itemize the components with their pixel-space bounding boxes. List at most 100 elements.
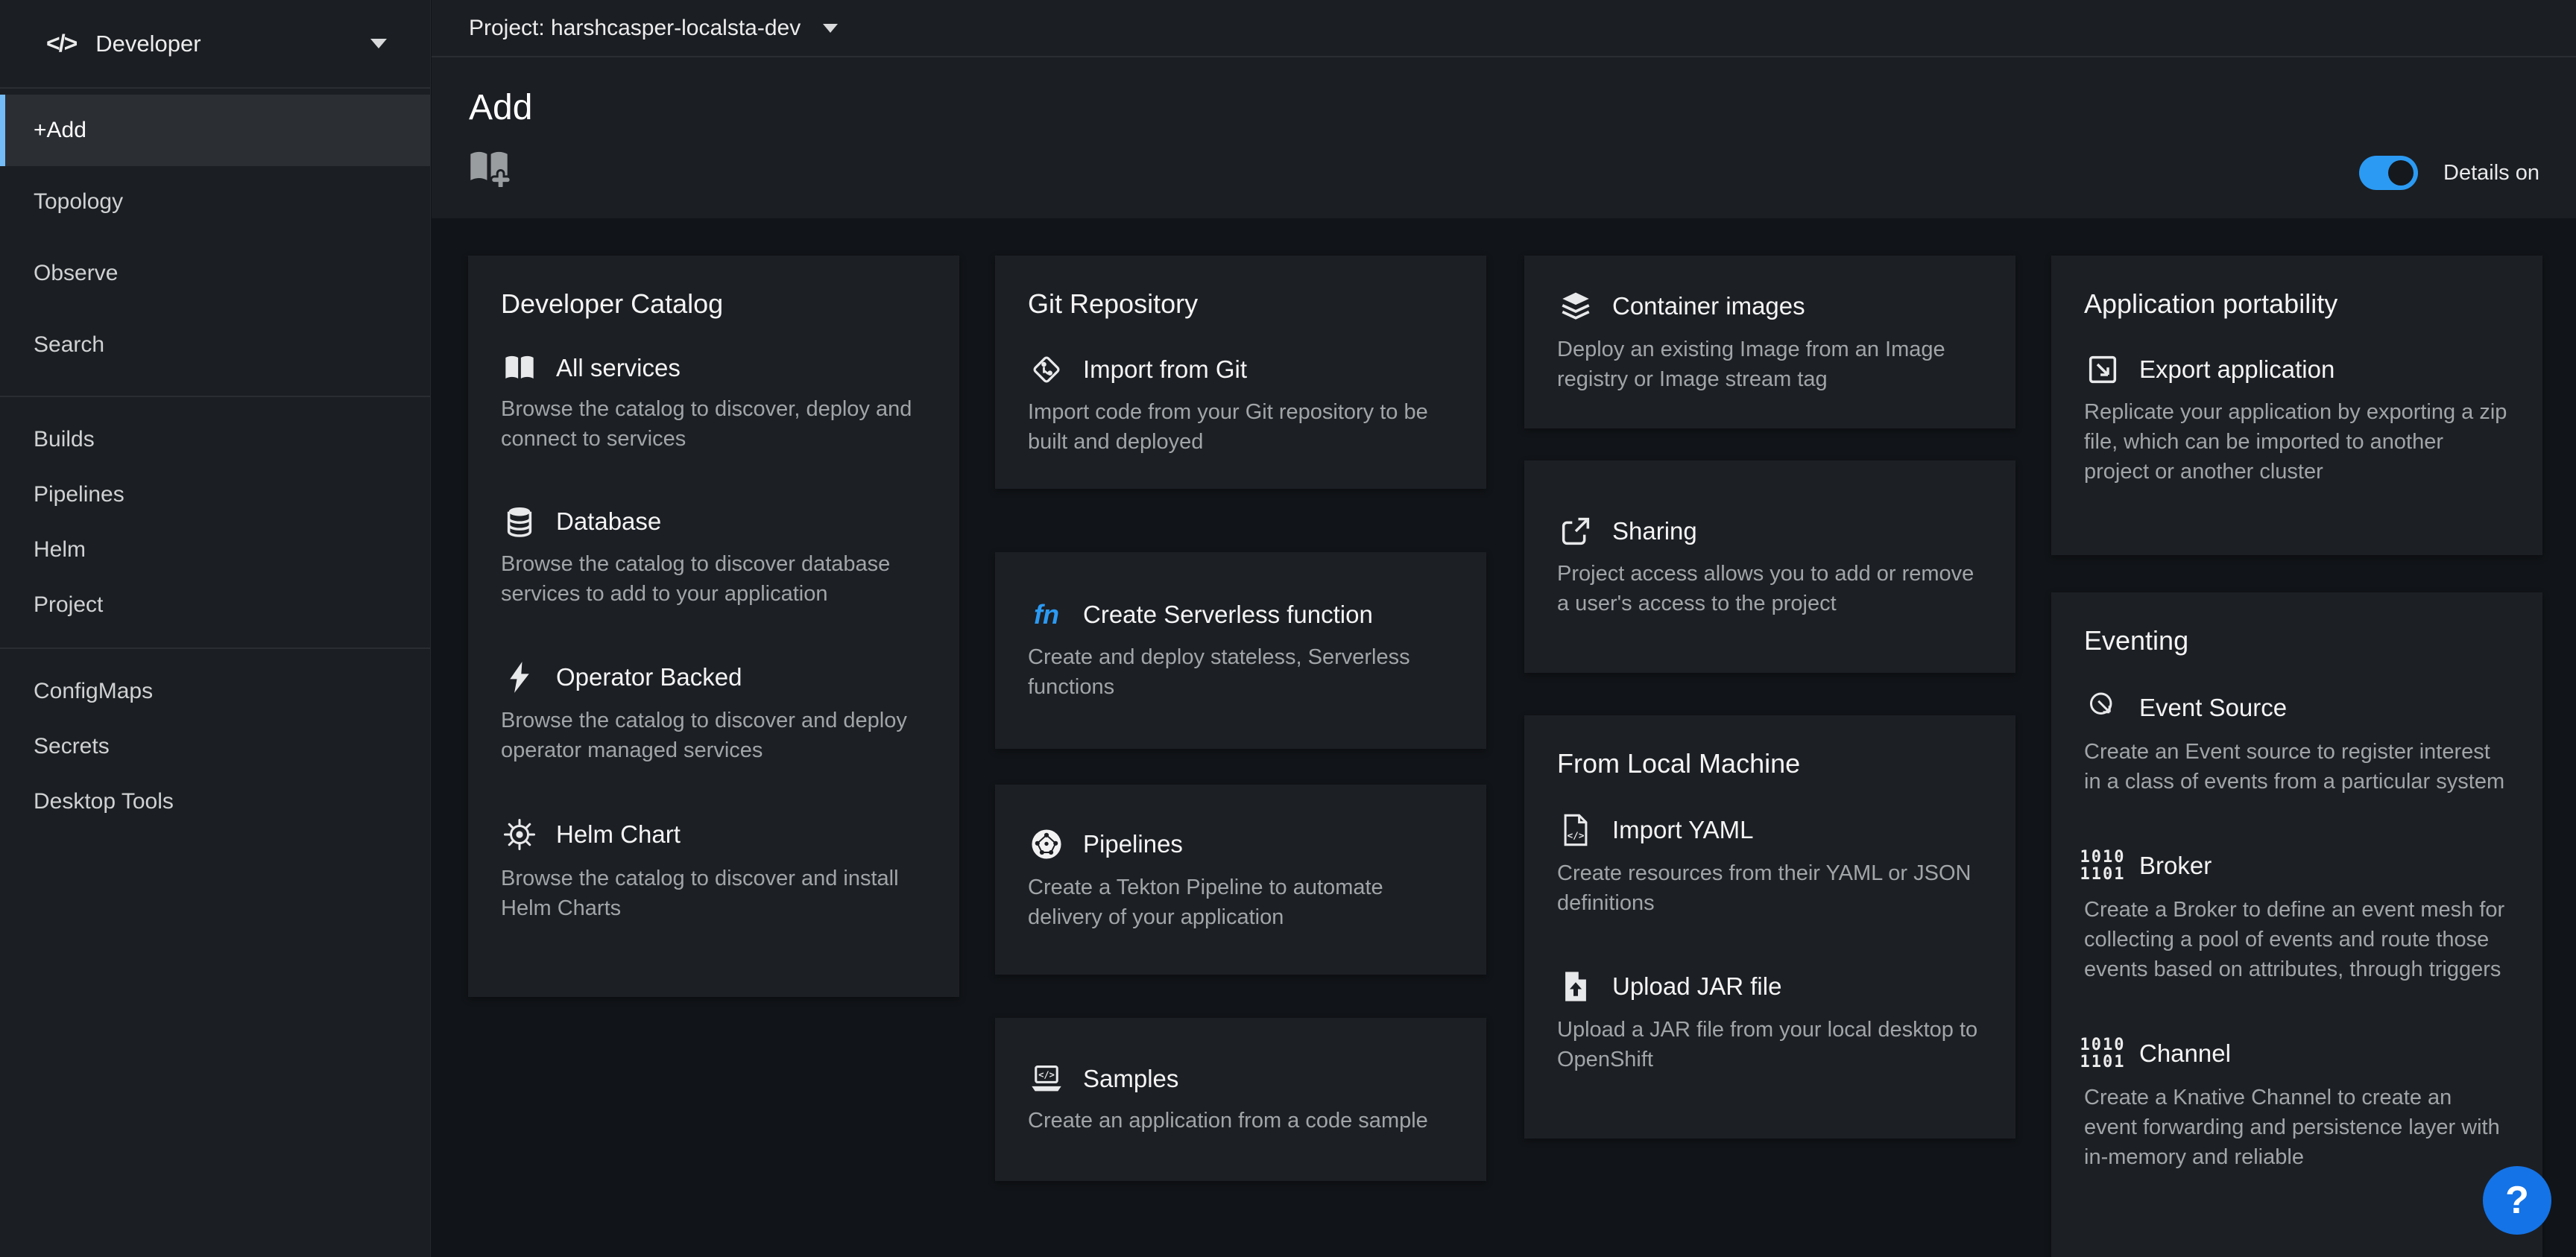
quick-starts-button[interactable] xyxy=(467,148,511,189)
sidebar-item-project[interactable]: Project xyxy=(0,577,430,633)
catalog-item-label: Broker xyxy=(2139,852,2212,880)
project-selector[interactable]: Project: harshcasper-localsta-dev xyxy=(432,0,2576,57)
sidebar-item-add[interactable]: +Add xyxy=(0,95,430,166)
book-icon xyxy=(501,354,538,382)
catalog-item-export-application: Export applicationReplicate your applica… xyxy=(2084,354,2510,487)
catalog-item-description: Deploy an existing Image from an Image r… xyxy=(1557,335,1983,394)
database-icon xyxy=(501,506,538,537)
bolt-icon xyxy=(501,661,538,694)
catalog-item-description: Create an application from a code sample xyxy=(1028,1106,1453,1136)
catalog-item-description: Create an Event source to register inter… xyxy=(2084,737,2510,797)
catalog-item-create-serverless-function: fnCreate Serverless functionCreate and d… xyxy=(1028,599,1453,702)
catalog-item-label: Event Source xyxy=(2139,694,2287,722)
catalog-item-link-channel[interactable]: 10101101Channel xyxy=(2084,1036,2510,1071)
add-page-content: Developer Catalog All services Browse the … xyxy=(432,218,2576,1257)
page-title: Add xyxy=(469,87,532,128)
catalog-item-link-container-images[interactable]: Container images xyxy=(1557,290,1983,323)
catalog-item-label: Import YAML xyxy=(1612,816,1754,844)
catalog-item-link-sharing[interactable]: Sharing xyxy=(1557,516,1983,547)
catalog-item-label: Export application xyxy=(2139,355,2334,384)
export-icon xyxy=(2084,354,2121,385)
sidebar-item-observe[interactable]: Observe xyxy=(0,238,430,309)
sidebar-item-helm[interactable]: Helm xyxy=(0,522,430,577)
svg-text:</>: </> xyxy=(1568,831,1585,842)
catalog-item-samples: </> Samples Create an application from a c… xyxy=(1028,1064,1453,1136)
catalog-item-upload-jar-file: Upload JAR file Upload a JAR file from yo… xyxy=(1557,970,1983,1074)
main-area: Project: harshcasper-localsta-dev Add De… xyxy=(432,0,2576,1257)
catalog-column: Container images Deploy an existing Image… xyxy=(1524,218,2015,1257)
chevron-down-icon xyxy=(823,24,838,33)
catalog-item-description: Upload a JAR file from your local deskto… xyxy=(1557,1015,1983,1074)
sidebar-item-builds[interactable]: Builds xyxy=(0,412,430,467)
catalog-item-link-event-source[interactable]: Event Source xyxy=(2084,691,2510,725)
catalog-item-link-export-application[interactable]: Export application xyxy=(2084,354,2510,385)
page-header: Add Details on xyxy=(432,57,2576,218)
catalog-item-label: Import from Git xyxy=(1083,355,1247,384)
sidebar-group: ConfigMapsSecretsDesktop Tools xyxy=(0,664,430,829)
catalog-item-database: Database Browse the catalog to discover d… xyxy=(501,506,926,609)
sidebar-item-secrets[interactable]: Secrets xyxy=(0,719,430,774)
sidebar: </> Developer +AddTopologyObserveSearch B… xyxy=(0,0,431,1257)
catalog-item-description: Project access allows you to add or remo… xyxy=(1557,559,1983,618)
card-title: Eventing xyxy=(2084,625,2510,656)
catalog-item-label: Helm Chart xyxy=(556,820,681,849)
sidebar-item-search[interactable]: Search xyxy=(0,309,430,381)
catalog-item-link-import-from-git[interactable]: Import from Git xyxy=(1028,354,1453,385)
card-eventing: Eventing Event Source Create an Event sour… xyxy=(2051,592,2542,1257)
catalog-item-pipelines: Pipelines Create a Tekton Pipeline to aut… xyxy=(1028,828,1453,932)
catalog-item-link-create-serverless-function[interactable]: fnCreate Serverless function xyxy=(1028,599,1453,630)
catalog-item-link-all-services[interactable]: All services xyxy=(501,354,926,382)
sidebar-nav: +AddTopologyObserveSearch BuildsPipelines… xyxy=(0,89,430,829)
card-git-repository: Git RepositoryImport from GitImport code… xyxy=(995,256,1486,489)
details-toggle-label: Details on xyxy=(2443,161,2539,186)
help-button[interactable]: ? xyxy=(2483,1166,2551,1235)
catalog-item-label: Sharing xyxy=(1612,517,1697,545)
sidebar-group: BuildsPipelinesHelmProject xyxy=(0,412,430,633)
catalog-column: Application portabilityExport applicatio… xyxy=(2051,218,2542,1257)
catalog-item-description: Create a Knative Channel to create an ev… xyxy=(2084,1083,2510,1172)
card-pipelines: Pipelines Create a Tekton Pipeline to aut… xyxy=(995,785,1486,975)
card-developer-catalog: Developer Catalog All services Browse the … xyxy=(468,256,959,997)
perspective-switcher[interactable]: </> Developer xyxy=(0,0,430,89)
catalog-item-link-import-yaml[interactable]: </> Import YAML xyxy=(1557,814,1983,846)
catalog-item-container-images: Container images Deploy an existing Image… xyxy=(1557,290,1983,394)
catalog-item-link-pipelines[interactable]: Pipelines xyxy=(1028,828,1453,861)
sidebar-item-configmaps[interactable]: ConfigMaps xyxy=(0,664,430,719)
svg-text:</>: </> xyxy=(1038,1069,1055,1080)
catalog-item-broker: 10101101 Broker Create a Broker to define … xyxy=(2084,849,2510,984)
helm-icon xyxy=(501,817,538,852)
catalog-item-label: Create Serverless function xyxy=(1083,601,1373,629)
catalog-item-link-operator-backed[interactable]: Operator Backed xyxy=(501,661,926,694)
pipelines-icon xyxy=(1028,828,1065,861)
catalog-item-label: Operator Backed xyxy=(556,663,742,691)
perspective-label: Developer xyxy=(95,31,201,57)
book-plus-icon xyxy=(467,178,511,189)
catalog-item-import-from-git: Import from GitImport code from your Git… xyxy=(1028,354,1453,457)
catalog-item-label: Samples xyxy=(1083,1065,1178,1093)
catalog-item-link-helm-chart[interactable]: Helm Chart xyxy=(501,817,926,852)
catalog-item-sharing: Sharing Project access allows you to add … xyxy=(1557,516,1983,618)
catalog-item-description: Browse the catalog to discover and deplo… xyxy=(501,706,926,765)
catalog-item-description: Browse the catalog to discover and insta… xyxy=(501,864,926,923)
card-title: Developer Catalog xyxy=(501,288,926,320)
catalog-item-link-broker[interactable]: 10101101 Broker xyxy=(2084,849,2510,883)
card-title: From Local Machine xyxy=(1557,748,1983,779)
git-icon xyxy=(1028,354,1065,385)
catalog-item-description: Create a Broker to define an event mesh … xyxy=(2084,895,2510,984)
catalog-item-link-database[interactable]: Database xyxy=(501,506,926,537)
catalog-item-link-upload-jar-file[interactable]: Upload JAR file xyxy=(1557,970,1983,1003)
catalog-item-operator-backed: Operator Backed Browse the catalog to dis… xyxy=(501,661,926,765)
card-create-serverless-function: fnCreate Serverless functionCreate and d… xyxy=(995,552,1486,749)
catalog-item-helm-chart: Helm Chart Browse the catalog to discover… xyxy=(501,817,926,923)
file-code-icon: </> xyxy=(1557,814,1594,846)
catalog-item-link-samples[interactable]: </> Samples xyxy=(1028,1064,1453,1094)
catalog-column: Git RepositoryImport from GitImport code… xyxy=(995,218,1486,1257)
details-toggle[interactable] xyxy=(2359,156,2418,190)
catalog-item-description: Create a Tekton Pipeline to automate del… xyxy=(1028,873,1453,932)
catalog-item-description: Browse the catalog to discover database … xyxy=(501,549,926,609)
sidebar-item-desktop-tools[interactable]: Desktop Tools xyxy=(0,774,430,829)
sidebar-item-pipelines[interactable]: Pipelines xyxy=(0,467,430,522)
catalog-item-label: Database xyxy=(556,507,661,536)
sidebar-item-topology[interactable]: Topology xyxy=(0,166,430,238)
binary-icon: 10101101 xyxy=(2084,849,2121,883)
